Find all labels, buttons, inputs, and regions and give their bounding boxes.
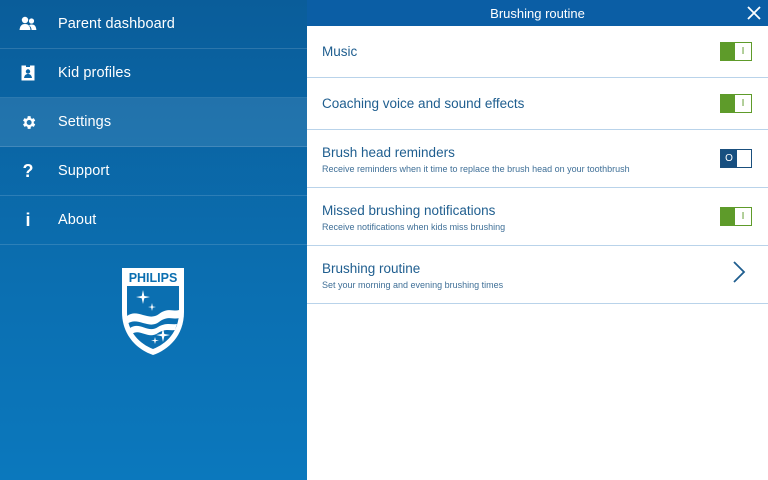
close-button[interactable] — [745, 4, 763, 22]
coaching-toggle[interactable]: I — [720, 94, 752, 113]
row-title: Missed brushing notifications — [322, 203, 496, 218]
sidebar-item-label: Parent dashboard — [58, 16, 175, 32]
sidebar-item-support[interactable]: ? Support — [0, 147, 307, 196]
sidebar-item-label: Settings — [58, 114, 112, 130]
setting-row-brushing-routine[interactable]: Brushing routine Set your morning and ev… — [307, 246, 768, 304]
question-icon: ? — [22, 160, 34, 181]
philips-logo: PHILIPS — [118, 266, 188, 356]
sidebar-item-parent-dashboard[interactable]: Parent dashboard — [0, 0, 307, 49]
sidebar: Parent dashboard Kid profiles Settings ?… — [0, 0, 307, 480]
people-icon — [19, 15, 37, 33]
sidebar-item-kid-profiles[interactable]: Kid profiles — [0, 49, 307, 98]
row-title: Music — [322, 44, 358, 59]
missed-brushing-toggle[interactable]: I — [720, 207, 752, 226]
title-bar: Brushing routine — [307, 0, 768, 26]
setting-row-brush-head: Brush head reminders Receive reminders w… — [307, 130, 768, 188]
row-subtitle: Receive reminders when it time to replac… — [322, 164, 630, 174]
gear-icon — [19, 113, 37, 131]
logo-text: PHILIPS — [129, 271, 178, 285]
sidebar-item-label: Support — [58, 163, 110, 179]
row-title: Brushing routine — [322, 261, 421, 276]
row-subtitle: Receive notifications when kids miss bru… — [322, 222, 506, 232]
page-title: Brushing routine — [490, 5, 585, 21]
profile-card-icon — [19, 64, 37, 82]
row-title: Coaching voice and sound effects — [322, 96, 525, 111]
info-icon: i — [25, 209, 31, 230]
setting-row-music: Music I — [307, 26, 768, 78]
close-icon — [747, 6, 761, 20]
sidebar-item-label: About — [58, 212, 97, 228]
setting-row-coaching: Coaching voice and sound effects I — [307, 78, 768, 130]
setting-row-missed: Missed brushing notifications Receive no… — [307, 188, 768, 246]
row-title: Brush head reminders — [322, 145, 455, 160]
sidebar-item-about[interactable]: i About — [0, 196, 307, 245]
music-toggle[interactable]: I — [720, 42, 752, 61]
brush-head-toggle[interactable]: O — [720, 149, 752, 168]
settings-panel: Brushing routine Music I Coaching voice … — [307, 0, 768, 480]
sidebar-item-settings[interactable]: Settings — [0, 98, 307, 147]
chevron-right-icon[interactable] — [732, 261, 746, 283]
row-subtitle: Set your morning and evening brushing ti… — [322, 280, 504, 290]
sidebar-item-label: Kid profiles — [58, 65, 131, 81]
